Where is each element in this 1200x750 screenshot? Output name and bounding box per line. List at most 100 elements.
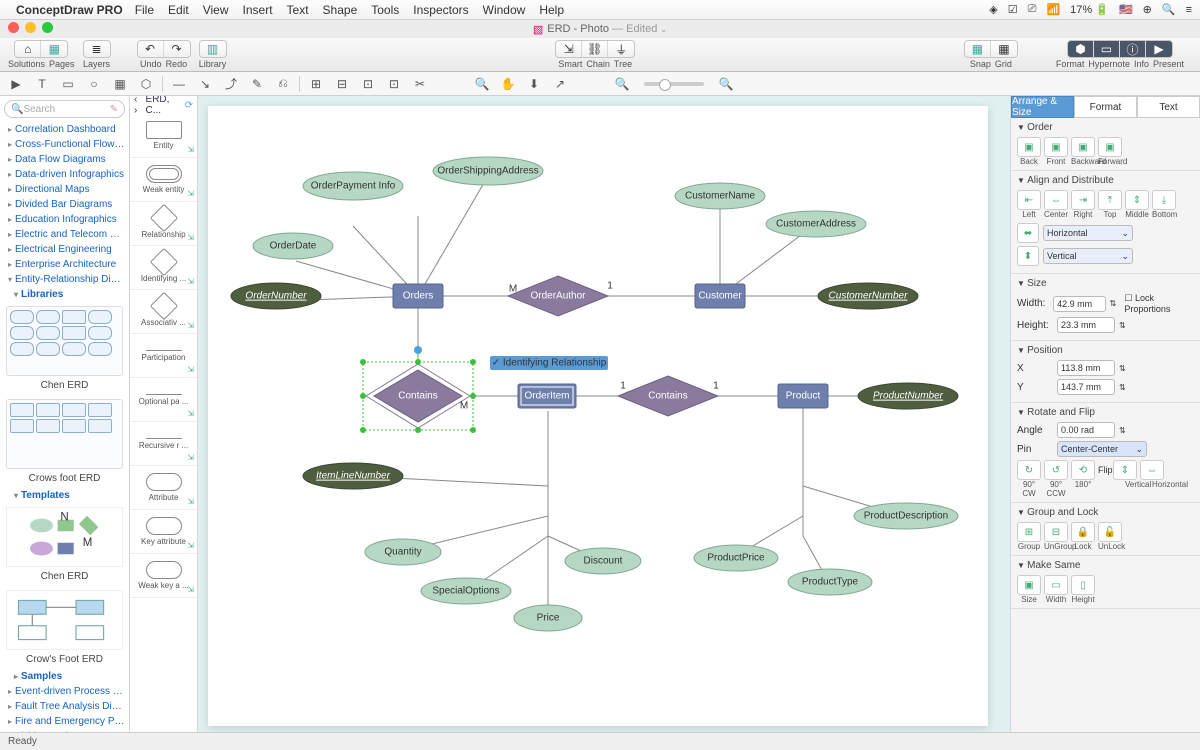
tree-item-erd[interactable]: Entity-Relationship Diagram [0, 272, 129, 287]
angle-input[interactable]: 0.00 rad [1057, 422, 1115, 438]
hypernote-button[interactable]: ▭ [1094, 41, 1120, 57]
align-right-button[interactable]: ⇥ [1071, 190, 1095, 210]
share-icon[interactable]: ↗ [550, 75, 570, 93]
text-tool[interactable]: T [32, 75, 52, 93]
tree-item[interactable]: Fault Tree Analysis Diagrams [0, 699, 129, 714]
smart-button[interactable]: ⇲ [556, 41, 582, 57]
spotlight-icon[interactable]: 🔍 [1162, 3, 1176, 16]
menu-extra-icon[interactable]: ≡ [1186, 4, 1192, 16]
pencil-tool[interactable]: ✎ [247, 75, 267, 93]
chain-button[interactable]: ⛓ [582, 41, 608, 57]
tree-item[interactable]: Data-driven Infographics [0, 167, 129, 182]
same-size-button[interactable]: ▣ [1017, 575, 1041, 595]
minimize-button[interactable] [25, 22, 36, 33]
rotate-180-button[interactable]: ⟲ [1071, 460, 1095, 480]
status-icon[interactable]: ☑ [1008, 3, 1018, 16]
makesame-section[interactable]: Make Same [1017, 560, 1194, 571]
align-section[interactable]: Align and Distribute [1017, 175, 1194, 186]
template-preview[interactable] [6, 590, 123, 650]
align-tool[interactable]: ⊡ [358, 75, 378, 93]
menu-edit[interactable]: Edit [168, 3, 189, 17]
tree-item[interactable]: Divided Bar Diagrams [0, 197, 129, 212]
align-center-button[interactable]: ⇔ [1044, 190, 1068, 210]
align-bottom-button[interactable]: ⤓ [1152, 190, 1176, 210]
tree-item[interactable]: Electric and Telecom Plans [0, 227, 129, 242]
unlock-button[interactable]: 🔓 [1098, 522, 1122, 542]
tab-arrange[interactable]: Arrange & Size [1011, 96, 1074, 118]
align-left-button[interactable]: ⇤ [1017, 190, 1041, 210]
wifi-icon[interactable]: 📶 [1046, 3, 1060, 16]
stencil-item[interactable]: Participation⇲ [130, 334, 197, 378]
format-button[interactable]: ⬢ [1068, 41, 1094, 57]
shape-tool[interactable]: ▦ [110, 75, 130, 93]
line-tool[interactable]: — [169, 75, 189, 93]
menu-shape[interactable]: Shape [323, 3, 358, 17]
stencil-item[interactable]: Recursive r ...⇲ [130, 422, 197, 466]
height-input[interactable]: 23.3 mm [1057, 317, 1115, 333]
rotate-cw-button[interactable]: ↻ [1017, 460, 1041, 480]
undo-button[interactable]: ↶ [138, 41, 164, 57]
group-button[interactable]: ⊞ [1017, 522, 1041, 542]
y-input[interactable]: 143.7 mm [1057, 379, 1115, 395]
align-tool[interactable]: ⊡ [384, 75, 404, 93]
order-backward-button[interactable]: ▣ [1071, 137, 1095, 157]
order-front-button[interactable]: ▣ [1044, 137, 1068, 157]
tree-item[interactable]: Correlation Dashboard [0, 122, 129, 137]
zoom-in-icon[interactable]: 🔍 [716, 75, 736, 93]
group-section[interactable]: Group and Lock [1017, 507, 1194, 518]
stencil-item[interactable]: Attribute⇲ [130, 466, 197, 510]
menu-text[interactable]: Text [287, 3, 309, 17]
tree-item[interactable]: Electrical Engineering [0, 242, 129, 257]
curve-tool[interactable]: ⤴ [221, 75, 241, 93]
order-back-button[interactable]: ▣ [1017, 137, 1041, 157]
canvas-area[interactable]: OrderPayment Info OrderShippingAddress O… [198, 96, 1010, 748]
menu-window[interactable]: Window [483, 3, 526, 17]
x-input[interactable]: 113.8 mm [1057, 360, 1115, 376]
tree-item[interactable]: Cross-Functional Flowcharts [0, 137, 129, 152]
pin-select[interactable]: Center-Center⌄ [1057, 441, 1147, 457]
menu-tools[interactable]: Tools [371, 3, 399, 17]
polygon-tool[interactable]: ⬡ [136, 75, 156, 93]
same-height-button[interactable]: ▯ [1071, 575, 1095, 595]
arrow-tool[interactable]: ↘ [195, 75, 215, 93]
stencil-item[interactable]: Entity⇲ [130, 114, 197, 158]
templates-node[interactable]: Templates [0, 488, 129, 503]
align-middle-button[interactable]: ⇕ [1125, 190, 1149, 210]
info-button[interactable]: ⓘ [1120, 41, 1146, 57]
tab-format[interactable]: Format [1074, 96, 1137, 118]
distribute-v-select[interactable]: Vertical⌄ [1043, 248, 1133, 264]
tree-item[interactable]: Directional Maps [0, 182, 129, 197]
select-tool[interactable]: ▶ [6, 75, 26, 93]
app-name[interactable]: ConceptDraw PRO [16, 3, 123, 17]
redo-button[interactable]: ↷ [164, 41, 190, 57]
ungroup-tool[interactable]: ⊟ [332, 75, 352, 93]
cut-tool[interactable]: ✂ [410, 75, 430, 93]
tree-item[interactable]: Event-driven Process Chain [0, 684, 129, 699]
stencil-item[interactable]: Weak key a ...⇲ [130, 554, 197, 598]
download-icon[interactable]: ⬇ [524, 75, 544, 93]
tab-text[interactable]: Text [1137, 96, 1200, 118]
library-button[interactable]: ▥ [200, 41, 226, 57]
menu-file[interactable]: File [135, 3, 154, 17]
rotate-section[interactable]: Rotate and Flip [1017, 407, 1194, 418]
battery-status[interactable]: 17% 🔋 [1070, 3, 1109, 16]
stencil-item[interactable]: Key attribute⇲ [130, 510, 197, 554]
stencil-item[interactable]: Identifying ...⇲ [130, 246, 197, 290]
menu-help[interactable]: Help [539, 3, 564, 17]
eraser-tool[interactable]: ⎌ [273, 75, 293, 93]
tree-item[interactable]: Data Flow Diagrams [0, 152, 129, 167]
size-section[interactable]: Size [1017, 278, 1194, 289]
flip-v-button[interactable]: ⇕ [1113, 460, 1137, 480]
hand-tool[interactable]: ✋ [498, 75, 518, 93]
display-icon[interactable]: ⎚ [1028, 3, 1037, 16]
grid-button[interactable]: ▦ [991, 41, 1017, 57]
menu-inspectors[interactable]: Inspectors [413, 3, 468, 17]
width-input[interactable]: 42.9 mm [1053, 296, 1106, 312]
zoom-button[interactable] [42, 22, 53, 33]
zoom-tool[interactable]: 🔍 [472, 75, 492, 93]
library-preview[interactable] [6, 399, 123, 469]
align-top-button[interactable]: ⤒ [1098, 190, 1122, 210]
order-forward-button[interactable]: ▣ [1098, 137, 1122, 157]
position-section[interactable]: Position [1017, 345, 1194, 356]
menu-insert[interactable]: Insert [243, 3, 273, 17]
